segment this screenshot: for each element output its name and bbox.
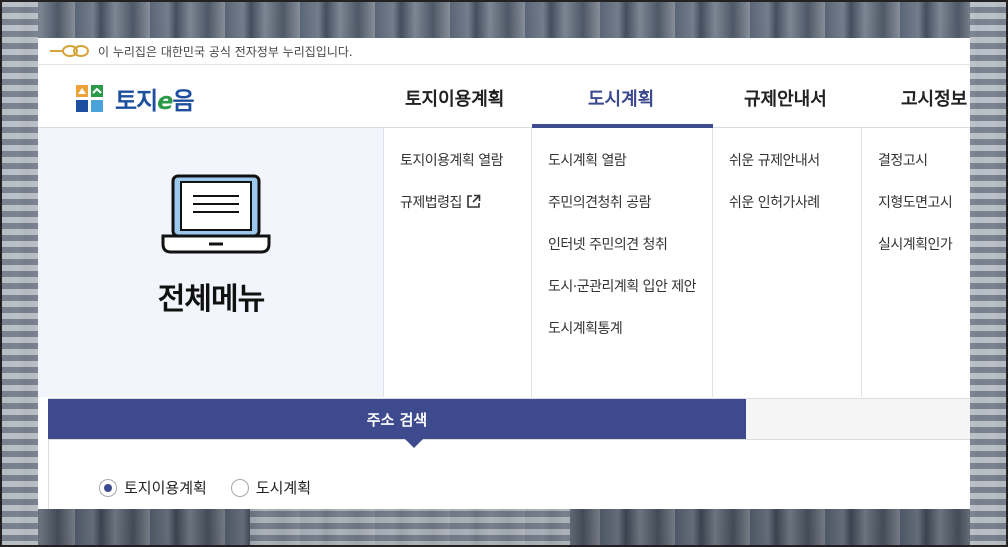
gov-banner-text: 이 누리집은 대한민국 공식 전자정부 누리집입니다. bbox=[98, 44, 353, 59]
menu-decision-notice[interactable]: 결정고시 bbox=[878, 150, 970, 170]
nav-urban-plan[interactable]: 도시계획 bbox=[588, 85, 654, 111]
radio-land-use-plan-label[interactable]: 토지이용계획 bbox=[124, 477, 207, 498]
menu-land-use-view[interactable]: 토지이용계획 열람 bbox=[400, 150, 531, 170]
menu-plan-proposal[interactable]: 도시·군관리계획 입안 제안 bbox=[548, 276, 712, 296]
nav-notice-info[interactable]: 고시정보 bbox=[901, 85, 967, 111]
search-tab-bar: 주소 검색 bbox=[48, 398, 970, 448]
menu-topographic-notice[interactable]: 지형도면고시 bbox=[878, 192, 970, 212]
menu-urban-plan-stats[interactable]: 도시계획통계 bbox=[548, 318, 712, 338]
site-header: 토지e음 토지이용계획 도시계획 규제안내서 고시정보 bbox=[38, 65, 970, 128]
radio-checked-dot bbox=[104, 483, 112, 492]
land-logo-icon bbox=[76, 84, 103, 112]
tab-address-search[interactable]: 주소 검색 bbox=[48, 399, 746, 439]
background-building bbox=[0, 0, 38, 547]
laptop-icon bbox=[161, 174, 271, 254]
main-panel: 이 누리집은 대한민국 공식 전자정부 누리집입니다. 토지e음 토지이용계획 … bbox=[38, 38, 970, 509]
nav-regulation-guide[interactable]: 규제안내서 bbox=[744, 85, 827, 111]
external-link-icon bbox=[467, 194, 481, 208]
radio-urban-plan-label[interactable]: 도시계획 bbox=[256, 477, 311, 498]
menu-column-regulation: 쉬운 규제안내서 쉬운 인허가사례 bbox=[713, 128, 862, 397]
egov-logo-icon bbox=[50, 45, 89, 57]
menu-easy-regulation-guide[interactable]: 쉬운 규제안내서 bbox=[729, 150, 861, 170]
all-menu-title: 전체메뉴 bbox=[157, 282, 265, 317]
gov-banner: 이 누리집은 대한민국 공식 전자정부 누리집입니다. bbox=[38, 38, 970, 65]
menu-online-opinion[interactable]: 인터넷 주민의견 청취 bbox=[548, 234, 712, 254]
all-menu-panel[interactable]: 전체메뉴 bbox=[38, 128, 384, 397]
nav-land-use-plan[interactable]: 토지이용계획 bbox=[405, 85, 504, 111]
menu-public-opinion-review[interactable]: 주민의견청취 공람 bbox=[548, 192, 712, 212]
menu-execution-approval[interactable]: 실시계획인가 bbox=[878, 234, 970, 254]
mega-menu: 전체메뉴 토지이용계획 열람 규제법령집 도시계획 열람 주민의견청취 공람 인… bbox=[38, 128, 970, 397]
menu-regulation-laws[interactable]: 규제법령집 bbox=[400, 192, 531, 212]
menu-urban-plan-view[interactable]: 도시계획 열람 bbox=[548, 150, 712, 170]
tab-address-search-label: 주소 검색 bbox=[366, 410, 428, 429]
site-logo[interactable]: 토지e음 bbox=[75, 81, 195, 116]
menu-column-notice: 결정고시 지형도면고시 실시계획인가 bbox=[862, 128, 970, 397]
menu-column-land-use: 토지이용계획 열람 규제법령집 bbox=[384, 128, 532, 397]
background-building bbox=[970, 0, 1008, 547]
menu-easy-permit-cases[interactable]: 쉬운 인허가사례 bbox=[729, 192, 861, 212]
radio-urban-plan[interactable] bbox=[230, 478, 249, 497]
background-building bbox=[250, 509, 570, 547]
search-body: 토지이용계획 도시계획 bbox=[48, 440, 970, 509]
logo-text: 토지e음 bbox=[115, 87, 195, 115]
menu-column-urban-plan: 도시계획 열람 주민의견청취 공람 인터넷 주민의견 청취 도시·군관리계획 입… bbox=[532, 128, 713, 397]
search-type-radio-group: 토지이용계획 도시계획 bbox=[99, 477, 335, 498]
radio-land-use-plan[interactable] bbox=[99, 478, 117, 497]
